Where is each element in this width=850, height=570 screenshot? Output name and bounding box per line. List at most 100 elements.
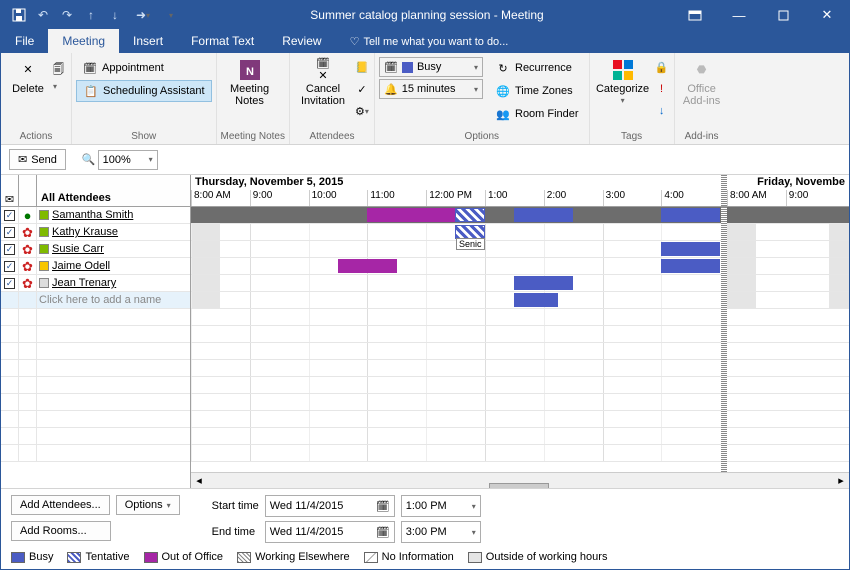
attendee-name: Susie Carr [52, 243, 104, 255]
envelope-column-icon[interactable]: ✉ [1, 175, 19, 206]
freebusy-block-busy[interactable] [514, 276, 573, 290]
send-icon: ✉ [18, 153, 27, 166]
timeline-row [191, 258, 721, 275]
start-time-label: Start time [212, 500, 259, 512]
add-attendee-row[interactable]: Click here to add a name [1, 292, 190, 309]
tab-review[interactable]: Review [268, 29, 335, 53]
attendee-row[interactable]: ✓ ✿ Kathy Krause [1, 224, 190, 241]
checkbox-icon[interactable]: ✓ [4, 278, 15, 289]
chevron-down-icon: ▾ [621, 97, 625, 106]
low-importance-icon[interactable]: ↓ [654, 103, 670, 119]
zoom-dropdown[interactable]: 100%▾ [98, 150, 158, 170]
titlebar: ↶ ↷ ↑ ↓ ➜▾ ▾ Summer catalog planning ses… [1, 1, 849, 29]
undo-icon[interactable]: ↶ [33, 5, 53, 25]
freebusy-block-busy[interactable] [661, 259, 720, 273]
oof-swatch-icon [144, 552, 158, 563]
close-icon[interactable]: ✕ [805, 1, 849, 29]
scheduling-assistant-button[interactable]: 📋 Scheduling Assistant [76, 80, 212, 102]
show-as-dropdown[interactable]: 🗓 Busy ▾ [379, 57, 483, 77]
delete-button[interactable]: ✕ Delete [5, 55, 51, 127]
office-addins-button[interactable]: ⬣ Office Add-ins [679, 55, 725, 127]
reminder-dropdown[interactable]: 🔔 15 minutes ▾ [379, 79, 483, 99]
end-time-dropdown[interactable]: 3:00 PM▾ [401, 521, 481, 543]
attendee-name: Samantha Smith [52, 209, 133, 221]
timeline-body[interactable]: Senic [191, 207, 849, 472]
tab-format-text[interactable]: Format Text [177, 29, 268, 53]
attendee-row[interactable]: ✓ ● Samantha Smith [1, 207, 190, 224]
scroll-left-icon[interactable]: ◂ [191, 474, 207, 487]
tab-file[interactable]: File [1, 29, 48, 53]
presence-icon [39, 227, 49, 237]
room-finder-button[interactable]: 👥Room Finder [489, 103, 585, 125]
address-book-icon[interactable]: 📒 [354, 59, 370, 75]
options-button[interactable]: Options ▾ [116, 495, 180, 515]
horizontal-scrollbar[interactable]: ◂ ▸ [191, 472, 849, 488]
categorize-button[interactable]: Categorize ▾ [594, 55, 652, 127]
add-attendees-button[interactable]: Add Attendees... [11, 495, 110, 515]
freebusy-block-busy[interactable] [661, 242, 720, 256]
prev-icon[interactable]: ↑ [81, 5, 101, 25]
zoom-control: 🔍 100%▾ [82, 150, 158, 170]
private-icon[interactable]: 🔒 [654, 59, 670, 75]
calendar-picker-icon[interactable]: 🗓 [376, 526, 390, 539]
delete-icon: ✕ [17, 59, 39, 81]
tab-insert[interactable]: Insert [119, 29, 177, 53]
next-icon[interactable]: ↓ [105, 5, 125, 25]
response-options-icon[interactable]: ⚙▾ [354, 103, 370, 119]
svg-text:N: N [246, 66, 254, 78]
day1-label: Thursday, November 5, 2015 [191, 175, 721, 190]
attendee-row[interactable]: ✓ ✿ Jean Trenary [1, 275, 190, 292]
presence-icon [39, 261, 49, 271]
high-importance-icon[interactable]: ! [654, 81, 670, 97]
timeline: Thursday, November 5, 2015 8:00 AM 9:00 … [191, 175, 849, 488]
add-rooms-button[interactable]: Add Rooms... [11, 521, 111, 541]
onenote-icon: N [239, 59, 261, 81]
freebusy-block-busy[interactable] [514, 293, 558, 307]
no-info-swatch-icon [364, 552, 378, 563]
busy-swatch-icon [402, 62, 413, 73]
check-names-icon[interactable]: ✓ [354, 81, 370, 97]
globe-icon: 🌐 [495, 83, 511, 99]
reminder-icon: 🔔 [384, 83, 398, 96]
freebusy-block-oof[interactable] [338, 259, 397, 273]
window-controls: ― ✕ [673, 1, 849, 29]
meeting-notes-button[interactable]: N Meeting Notes [221, 55, 279, 127]
zoom-icon[interactable]: 🔍 [82, 153, 96, 166]
freebusy-block-oof [367, 208, 455, 222]
checkbox-icon[interactable]: ✓ [4, 244, 15, 255]
timeline-row [191, 292, 721, 309]
send-button[interactable]: ✉ Send [9, 149, 66, 170]
recurrence-icon: ↻ [495, 60, 511, 76]
save-icon[interactable] [9, 5, 29, 25]
end-date-input[interactable]: Wed 11/4/2015🗓 [265, 521, 395, 543]
checkbox-icon[interactable]: ✓ [4, 227, 15, 238]
start-date-input[interactable]: Wed 11/4/2015🗓 [265, 495, 395, 517]
calendar-picker-icon[interactable]: 🗓 [376, 500, 390, 513]
ribbon-group-show: 🗓 Appointment 📋 Scheduling Assistant Sho… [72, 53, 217, 144]
checkbox-icon[interactable]: ✓ [4, 210, 15, 221]
outside-hours-swatch-icon [468, 552, 482, 563]
forward-icon[interactable]: ➜▾ [129, 5, 157, 25]
start-time-dropdown[interactable]: 1:00 PM▾ [401, 495, 481, 517]
minimize-icon[interactable]: ― [717, 1, 761, 29]
working-elsewhere-swatch-icon [237, 552, 251, 563]
time-zones-button[interactable]: 🌐Time Zones [489, 80, 585, 102]
attendee-row[interactable]: ✓ ✿ Susie Carr [1, 241, 190, 258]
scroll-thumb[interactable] [489, 483, 549, 489]
checkbox-icon[interactable]: ✓ [4, 261, 15, 272]
freebusy-block-tentative[interactable]: Senic [455, 225, 485, 239]
tell-me-search[interactable]: ♡ Tell me what you want to do... [336, 30, 523, 53]
appointment-button[interactable]: 🗓 Appointment [76, 57, 212, 79]
calendar-icon: 🗓 [82, 60, 98, 76]
ribbon-display-icon[interactable] [673, 1, 717, 29]
qat-customize-icon[interactable]: ▾ [161, 5, 181, 25]
maximize-icon[interactable] [761, 1, 805, 29]
scroll-right-icon[interactable]: ▸ [833, 474, 849, 487]
attendee-name: Jaime Odell [52, 260, 110, 272]
actions-more-icon[interactable]: 🗐▾ [53, 55, 67, 92]
cancel-invitation-button[interactable]: 🗓✕ Cancel Invitation [294, 55, 352, 127]
tab-meeting[interactable]: Meeting [48, 29, 119, 53]
attendee-row[interactable]: ✓ ✿ Jaime Odell [1, 258, 190, 275]
recurrence-button[interactable]: ↻Recurrence [489, 57, 585, 79]
redo-icon[interactable]: ↷ [57, 5, 77, 25]
